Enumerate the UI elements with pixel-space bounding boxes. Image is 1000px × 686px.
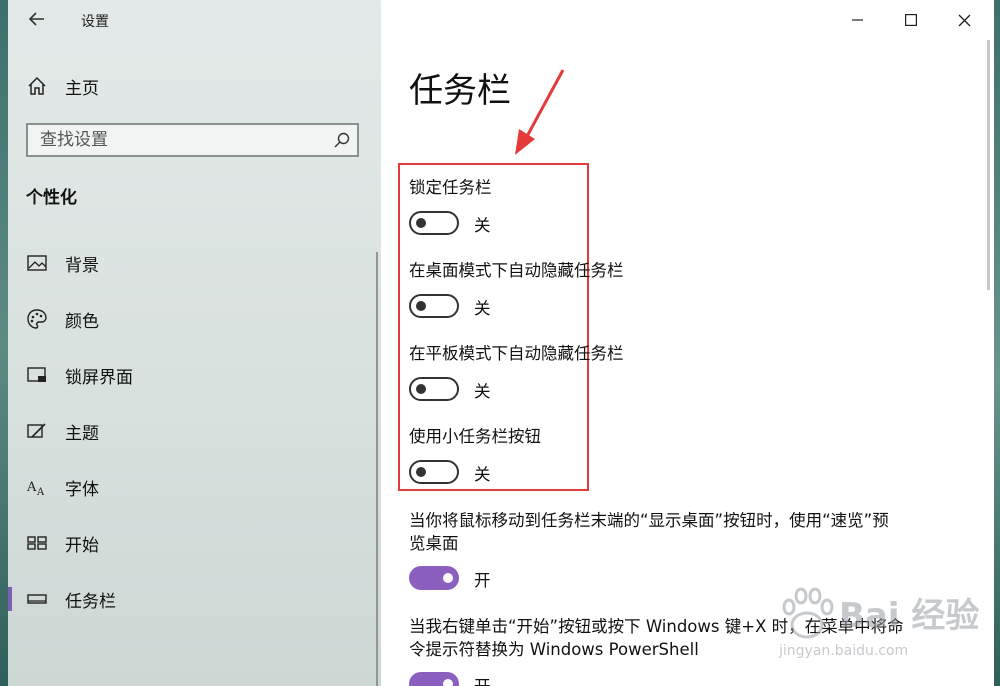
watermark-url: jingyan.baidu.com xyxy=(779,643,909,659)
setting-label-lock-taskbar: 锁定任务栏 xyxy=(409,178,492,197)
desktop-background-left xyxy=(0,0,8,686)
svg-text:A: A xyxy=(36,487,45,498)
toggle-state: 关 xyxy=(474,382,491,401)
close-button[interactable] xyxy=(941,6,987,34)
toggle-autohide-tablet[interactable] xyxy=(409,377,459,401)
font-icon: A A xyxy=(26,480,45,498)
annotation-arrow xyxy=(515,69,565,155)
toggle-state: 开 xyxy=(474,571,491,590)
toggle-knob xyxy=(416,467,426,477)
sidebar-item-label: 锁屏界面 xyxy=(65,367,133,388)
toggle-powershell[interactable] xyxy=(409,672,459,686)
toggle-state: 关 xyxy=(474,465,491,484)
sidebar: 设置 主页 个性化 背景 xyxy=(8,0,381,686)
close-icon xyxy=(958,14,970,26)
palette-icon xyxy=(27,309,47,329)
setting-label-small-buttons: 使用小任务栏按钮 xyxy=(409,427,541,446)
setting-label-autohide-tablet: 在平板模式下自动隐藏任务栏 xyxy=(409,344,624,363)
sidebar-item-background[interactable]: 背景 xyxy=(8,235,381,291)
theme-brush-icon xyxy=(27,423,46,438)
sidebar-item-fonts[interactable]: A A 字体 xyxy=(8,459,381,515)
main-scrollbar[interactable] xyxy=(987,40,990,290)
sidebar-item-colors[interactable]: 颜色 xyxy=(8,291,381,347)
app-title: 设置 xyxy=(81,14,109,30)
toggle-knob xyxy=(443,573,453,583)
sidebar-item-label: 任务栏 xyxy=(65,591,116,612)
back-arrow-icon xyxy=(28,12,44,26)
setting-label-powershell-line2: 令提示符替换为 Windows PowerShell xyxy=(409,640,699,659)
sidebar-scrollbar[interactable] xyxy=(376,252,378,686)
setting-label-autohide-desktop: 在桌面模式下自动隐藏任务栏 xyxy=(409,261,624,280)
sidebar-item-lock-screen[interactable]: 锁屏界面 xyxy=(8,347,381,403)
toggle-autohide-desktop[interactable] xyxy=(409,294,459,318)
sidebar-item-label: 颜色 xyxy=(65,311,99,332)
sidebar-item-home[interactable]: 主页 xyxy=(26,72,366,100)
setting-label-peek-line1: 当你将鼠标移动到任务栏末端的“显示桌面”按钮时，使用“速览”预 xyxy=(409,511,889,530)
sidebar-item-label: 开始 xyxy=(65,535,99,556)
toggle-knob xyxy=(416,301,426,311)
toggle-state: 关 xyxy=(474,216,491,235)
paw-logo-icon xyxy=(782,587,834,639)
section-title: 个性化 xyxy=(26,188,77,208)
sidebar-item-label: 背景 xyxy=(65,255,99,276)
toggle-lock-taskbar[interactable] xyxy=(409,211,459,235)
main-content: 任务栏 锁定任务栏 关 在桌面模式下自动隐藏任务栏 关 在平板模式下自动隐藏任务… xyxy=(381,0,994,686)
sidebar-item-themes[interactable]: 主题 xyxy=(8,403,381,459)
search-icon[interactable] xyxy=(333,131,351,149)
taskbar-icon xyxy=(27,594,47,604)
home-label: 主页 xyxy=(65,78,99,99)
sidebar-nav: 背景 颜色 锁屏界面 主题 A A 字体 开始 任务栏 xyxy=(8,235,381,627)
sidebar-item-taskbar[interactable]: 任务栏 xyxy=(8,571,381,627)
back-button[interactable] xyxy=(26,8,48,30)
sidebar-item-label: 字体 xyxy=(65,479,99,500)
minimize-button[interactable] xyxy=(835,6,881,34)
maximize-icon xyxy=(905,14,917,26)
baidu-jingyan-watermark: Bai 经验 jingyan.baidu.com xyxy=(767,582,994,667)
start-grid-icon xyxy=(27,536,47,550)
page-title: 任务栏 xyxy=(409,71,511,111)
svg-text:A: A xyxy=(26,480,37,495)
search-input[interactable] xyxy=(28,125,320,155)
sidebar-item-start[interactable]: 开始 xyxy=(8,515,381,571)
setting-label-peek-line2: 览桌面 xyxy=(409,534,459,553)
lock-screen-icon xyxy=(27,367,46,382)
toggle-small-buttons[interactable] xyxy=(409,460,459,484)
image-icon xyxy=(27,255,47,271)
toggle-state: 关 xyxy=(474,299,491,318)
minimize-icon xyxy=(852,19,863,21)
watermark-text: Bai 经验 xyxy=(839,596,980,636)
settings-window: 设置 主页 个性化 背景 xyxy=(8,0,994,686)
toggle-knob xyxy=(416,384,426,394)
toggle-state: 开 xyxy=(474,673,491,686)
search-box[interactable] xyxy=(26,123,359,157)
toggle-peek[interactable] xyxy=(409,566,459,590)
home-icon xyxy=(28,76,46,95)
sidebar-item-label: 主题 xyxy=(65,423,99,444)
desktop-background-right xyxy=(994,0,1000,686)
toggle-knob xyxy=(416,218,426,228)
maximize-button[interactable] xyxy=(888,6,934,34)
toggle-knob xyxy=(443,679,453,686)
